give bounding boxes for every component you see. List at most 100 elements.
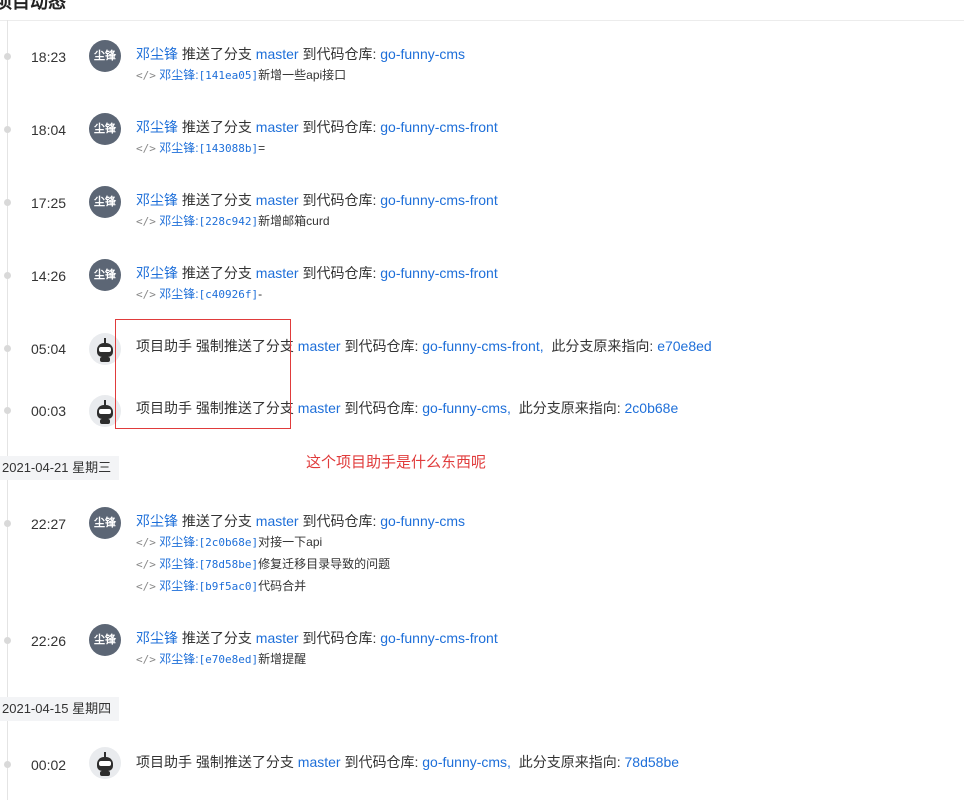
timeline-dot — [4, 126, 11, 133]
prev-commit-link[interactable]: 78d58be — [625, 754, 680, 770]
commit-hash[interactable]: [c40926f] — [199, 288, 259, 301]
user-link[interactable]: 邓尘锋 — [136, 46, 178, 62]
commit-item: </> 邓尘锋:[141ea05]新增一些api接口 — [136, 66, 346, 83]
repo-link[interactable]: go-funny-cms-front — [380, 265, 497, 281]
commit-message: 新增一些api接口 — [258, 68, 347, 82]
commit-author[interactable]: 邓尘锋: — [159, 535, 198, 549]
event-summary: 邓尘锋 推送了分支 master 到代码仓库: go-funny-cms — [136, 46, 466, 62]
event-time: 22:26 — [31, 633, 67, 649]
commit-author[interactable]: 邓尘锋: — [159, 68, 198, 82]
commit-hash[interactable]: [141ea05] — [199, 69, 259, 82]
commit-item: </> 邓尘锋:[c40926f]- — [136, 285, 262, 302]
commit-hash[interactable]: [78d58be] — [199, 558, 259, 571]
date-label: 2021-04-21 星期三 — [0, 456, 120, 480]
user-link[interactable]: 邓尘锋 — [136, 513, 178, 529]
commit-author[interactable]: 邓尘锋: — [159, 141, 198, 155]
code-icon: </> — [136, 558, 156, 571]
event-summary: 邓尘锋 推送了分支 master 到代码仓库: go-funny-cms-fro… — [136, 630, 498, 646]
page-title: 项目动态 — [0, 0, 66, 12]
commit-hash[interactable]: [b9f5ac0] — [199, 580, 259, 593]
code-icon: </> — [136, 653, 156, 666]
user-link[interactable]: 邓尘锋 — [136, 630, 178, 646]
code-icon: </> — [136, 580, 156, 593]
branch-link[interactable]: master — [256, 119, 299, 135]
avatar[interactable]: 尘锋 — [89, 507, 121, 539]
date-label: 2021-04-15 星期四 — [0, 697, 120, 721]
commit-author[interactable]: 邓尘锋: — [159, 579, 198, 593]
branch-link[interactable]: master — [298, 400, 341, 416]
event-time: 05:04 — [31, 341, 67, 357]
repo-link[interactable]: go-funny-cms-front — [380, 630, 497, 646]
commit-message: 代码合并 — [258, 579, 307, 593]
commit-message: 修复迁移目录导致的问题 — [258, 557, 391, 571]
commit-hash[interactable]: [228c942] — [199, 215, 259, 228]
commit-item: </> 邓尘锋:[2c0b68e]对接一下api — [136, 533, 322, 550]
avatar[interactable]: 尘锋 — [89, 259, 121, 291]
repo-link[interactable]: go-funny-cms-front, — [422, 338, 543, 354]
user-link[interactable]: 邓尘锋 — [136, 119, 178, 135]
event-summary: 邓尘锋 推送了分支 master 到代码仓库: go-funny-cms — [136, 513, 466, 529]
repo-link[interactable]: go-funny-cms, — [422, 400, 511, 416]
branch-link[interactable]: master — [256, 265, 299, 281]
highlight-box — [115, 319, 291, 429]
commit-message: - — [258, 287, 263, 301]
prev-commit-link[interactable]: 2c0b68e — [625, 400, 679, 416]
avatar[interactable]: 尘锋 — [89, 113, 121, 145]
repo-link[interactable]: go-funny-cms — [380, 46, 465, 62]
repo-link[interactable]: go-funny-cms-front — [380, 119, 497, 135]
avatar[interactable]: 尘锋 — [89, 624, 121, 656]
commit-hash[interactable]: [e70e8ed] — [199, 653, 259, 666]
user-link[interactable]: 邓尘锋 — [136, 192, 178, 208]
event-time: 14:26 — [31, 268, 67, 284]
code-icon: </> — [136, 215, 156, 228]
code-icon: </> — [136, 288, 156, 301]
event-time: 18:04 — [31, 122, 67, 138]
timeline-dot — [4, 53, 11, 60]
timeline-dot — [4, 520, 11, 527]
commit-author[interactable]: 邓尘锋: — [159, 214, 198, 228]
commit-author[interactable]: 邓尘锋: — [159, 652, 198, 666]
commit-author[interactable]: 邓尘锋: — [159, 287, 198, 301]
branch-link[interactable]: master — [298, 754, 341, 770]
commit-message: 新增邮箱curd — [258, 214, 330, 228]
commit-item: </> 邓尘锋:[143088b]= — [136, 139, 265, 156]
timeline-dot — [4, 345, 11, 352]
timeline-dot — [4, 637, 11, 644]
branch-link[interactable]: master — [298, 338, 341, 354]
page-header: 项目动态 — [0, 0, 964, 21]
event-time: 18:23 — [31, 49, 67, 65]
commit-hash[interactable]: [143088b] — [199, 142, 259, 155]
repo-link[interactable]: go-funny-cms, — [422, 754, 511, 770]
commit-item: </> 邓尘锋:[b9f5ac0]代码合并 — [136, 577, 306, 594]
event-summary: 邓尘锋 推送了分支 master 到代码仓库: go-funny-cms-fro… — [136, 192, 498, 208]
event-summary: 项目助手 强制推送了分支 master 到代码仓库: go-funny-cms,… — [136, 754, 680, 770]
repo-link[interactable]: go-funny-cms-front — [380, 192, 497, 208]
commit-author[interactable]: 邓尘锋: — [159, 557, 198, 571]
branch-link[interactable]: master — [256, 46, 299, 62]
timeline-dot — [4, 272, 11, 279]
branch-link[interactable]: master — [256, 192, 299, 208]
event-time: 22:27 — [31, 516, 67, 532]
avatar[interactable]: 尘锋 — [89, 40, 121, 72]
branch-link[interactable]: master — [256, 513, 299, 529]
prev-commit-link[interactable]: e70e8ed — [657, 338, 712, 354]
timeline-dot — [4, 761, 11, 768]
commit-hash[interactable]: [2c0b68e] — [199, 536, 259, 549]
commit-message: = — [258, 141, 266, 155]
code-icon: </> — [136, 536, 156, 549]
branch-link[interactable]: master — [256, 630, 299, 646]
event-time: 00:02 — [31, 757, 67, 773]
avatar[interactable]: 尘锋 — [89, 186, 121, 218]
bot-name: 项目助手 — [136, 754, 192, 770]
annotation-text: 这个项目助手是什么东西呢 — [306, 454, 487, 471]
code-icon: </> — [136, 142, 156, 155]
event-summary: 邓尘锋 推送了分支 master 到代码仓库: go-funny-cms-fro… — [136, 265, 498, 281]
user-link[interactable]: 邓尘锋 — [136, 265, 178, 281]
robot-avatar-icon[interactable] — [89, 747, 121, 779]
event-summary: 邓尘锋 推送了分支 master 到代码仓库: go-funny-cms-fro… — [136, 119, 498, 135]
commit-item: </> 邓尘锋:[e70e8ed]新增提醒 — [136, 650, 306, 667]
repo-link[interactable]: go-funny-cms — [380, 513, 465, 529]
event-time: 17:25 — [31, 195, 67, 211]
timeline-dot — [4, 407, 11, 414]
code-icon: </> — [136, 69, 156, 82]
